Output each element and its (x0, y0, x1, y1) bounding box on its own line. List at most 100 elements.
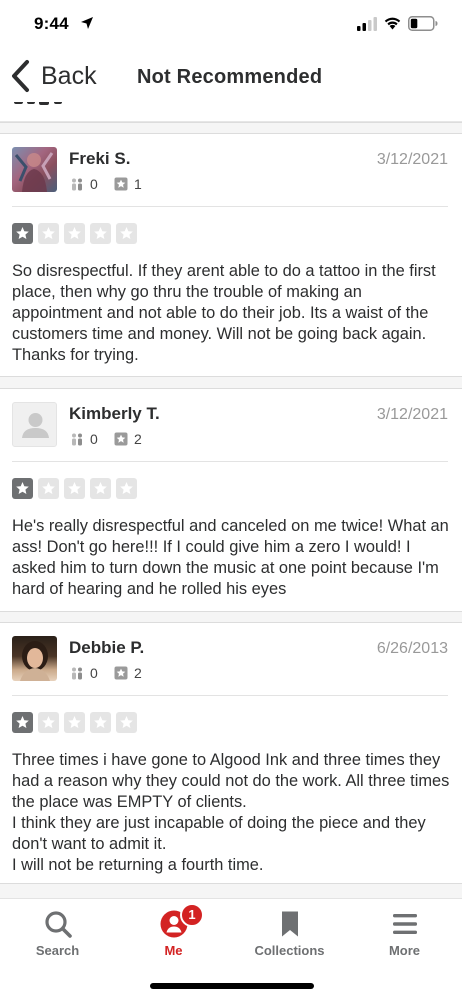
star-icon (94, 716, 107, 728)
star-icon (120, 482, 133, 494)
tab-me[interactable]: 1 Me (116, 903, 231, 971)
friend-count-value: 0 (90, 665, 98, 681)
avatar[interactable] (12, 636, 57, 681)
star-empty (64, 712, 85, 733)
reviewer-name[interactable]: Debbie P. (69, 638, 144, 658)
search-icon (44, 911, 72, 938)
reviews-list[interactable]: Freki S. 3/12/2021 0 1 So disrespectful.… (0, 102, 462, 898)
tab-search[interactable]: Search (0, 909, 115, 971)
friend-count: 0 (70, 176, 98, 192)
section-gap (0, 376, 462, 389)
review-date: 6/26/2013 (376, 640, 448, 657)
friend-count: 0 (70, 431, 98, 447)
cut-off-text-glyphs (14, 102, 62, 105)
avatar[interactable] (12, 402, 57, 447)
divider (12, 206, 448, 207)
star-icon (68, 482, 81, 494)
star-filled (12, 223, 33, 244)
notification-badge: 1 (180, 903, 204, 927)
star-empty (38, 478, 59, 499)
star-icon (42, 227, 55, 239)
star-filled (12, 712, 33, 733)
page-title: Not Recommended (137, 66, 323, 88)
star-icon (68, 227, 81, 239)
friends-icon (72, 433, 82, 446)
tab-collections-label: Collections (254, 943, 325, 958)
review-count: 2 (114, 665, 142, 681)
tab-bar: Search 1 Me Collections More (0, 898, 462, 1000)
back-button[interactable]: Back (10, 56, 97, 96)
review-count-value: 1 (134, 176, 142, 192)
star-filled (12, 478, 33, 499)
section-gap (0, 611, 462, 623)
chevron-left-icon (12, 60, 29, 92)
friend-count: 0 (70, 665, 98, 681)
star-empty (90, 478, 111, 499)
back-label: Back (41, 61, 97, 90)
star-icon (16, 482, 29, 494)
star-empty (90, 712, 111, 733)
star-icon (42, 716, 55, 728)
review-star-icon (114, 177, 128, 191)
star-empty (64, 223, 85, 244)
tab-me-label: Me (164, 943, 183, 958)
divider (12, 461, 448, 462)
star-empty (38, 712, 59, 733)
review-card: Debbie P. 6/26/2013 0 2 Three times i ha… (0, 623, 462, 883)
review-text: Three times i have gone to Algood Ink an… (12, 751, 450, 874)
star-empty (116, 223, 137, 244)
previous-review-cutoff (0, 102, 462, 122)
star-empty (116, 712, 137, 733)
divider (12, 695, 448, 696)
navigation-bar: Back Not Recommended (0, 52, 462, 102)
home-indicator (150, 983, 314, 989)
star-icon (120, 227, 133, 239)
tab-search-label: Search (35, 943, 80, 958)
review-card: Kimberly T. 3/12/2021 0 2 He's really di… (0, 389, 462, 611)
star-icon (94, 227, 107, 239)
review-star-icon (114, 432, 128, 446)
avatar[interactable] (12, 147, 57, 192)
star-empty (38, 223, 59, 244)
star-rating (12, 478, 142, 499)
review-count: 2 (114, 431, 142, 447)
avatar-photo (20, 641, 50, 681)
review-star-icon (114, 666, 128, 680)
menu-icon (392, 914, 417, 934)
star-icon (94, 482, 107, 494)
cellular-signal-icon (357, 17, 377, 31)
review-date: 3/12/2021 (376, 406, 448, 423)
battery-icon (408, 16, 438, 31)
reviewer-name[interactable]: Kimberly T. (69, 404, 160, 424)
tab-more-label: More (388, 943, 421, 958)
review-text: He's really disrespectful and canceled o… (12, 517, 449, 598)
review-count-value: 2 (134, 431, 142, 447)
review-date: 3/12/2021 (376, 151, 448, 168)
bookmark-icon (281, 911, 298, 937)
reviewer-name[interactable]: Freki S. (69, 149, 130, 169)
review-count: 1 (114, 176, 142, 192)
friend-count-value: 0 (90, 176, 98, 192)
status-time: 9:44 (34, 14, 69, 33)
star-rating (12, 223, 142, 244)
location-arrow-icon (81, 17, 93, 29)
section-gap (0, 122, 462, 134)
review-count-value: 2 (134, 665, 142, 681)
star-icon (68, 716, 81, 728)
star-icon (42, 482, 55, 494)
friends-icon (72, 667, 82, 680)
wifi-icon (384, 17, 401, 30)
star-icon (16, 716, 29, 728)
tab-more[interactable]: More (347, 909, 462, 971)
tab-collections[interactable]: Collections (232, 909, 347, 971)
section-gap (0, 883, 462, 898)
star-empty (64, 478, 85, 499)
friend-count-value: 0 (90, 431, 98, 447)
star-empty (90, 223, 111, 244)
status-bar: 9:44 (0, 0, 462, 52)
default-user-icon (22, 413, 49, 438)
review-text: So disrespectful. If they arent able to … (12, 262, 436, 364)
star-icon (120, 716, 133, 728)
friends-icon (72, 178, 82, 191)
star-icon (16, 227, 29, 239)
